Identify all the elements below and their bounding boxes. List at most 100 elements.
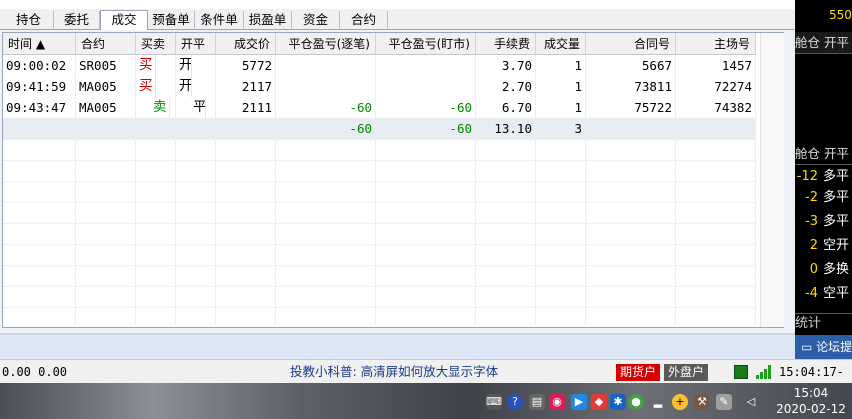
table-row[interactable]: 09:00:02 SR005 买 开 5772 3.70 1 5667 1457	[3, 55, 756, 76]
col-time[interactable]: 时间 ▲	[3, 33, 76, 55]
account-values: 0.00 0.00	[2, 365, 68, 379]
col-price[interactable]: 成交价	[216, 33, 276, 55]
total-volume: 3	[536, 118, 586, 139]
grid-line	[475, 55, 476, 325]
futures-account-button[interactable]: 期货户	[616, 364, 660, 381]
wifi-icon[interactable]: ▂	[650, 394, 666, 410]
cell-empty	[676, 118, 756, 139]
vertical-scrollbar[interactable]	[760, 33, 784, 327]
tip-link[interactable]: 投教小科普: 高清屏如何放大显示字体	[290, 360, 498, 384]
bluetooth-icon[interactable]: ✱	[610, 394, 626, 410]
cell-open-close: 平	[190, 97, 206, 118]
weibo-icon[interactable]: ◆	[591, 394, 607, 410]
cell-contract: SR005	[76, 55, 136, 76]
signal-icon	[756, 365, 772, 379]
tab-bar: 持仓 委托 成交 预备单 条件单 损盈单 资金 合约	[0, 9, 795, 30]
cell-volume: 1	[536, 76, 586, 97]
grid-line	[275, 55, 276, 325]
panel-header: 舱仓 开平	[795, 143, 852, 165]
plus-icon[interactable]: +	[672, 394, 688, 410]
help-icon[interactable]: ?	[507, 394, 523, 410]
forum-button[interactable]: ▭ 论坛提	[795, 335, 852, 359]
taskbar-clock[interactable]: 15:04 2020-02-12	[770, 385, 852, 417]
grid-line	[375, 55, 376, 325]
col-pnl-mark[interactable]: 平仓盈亏(盯市)	[376, 33, 476, 55]
cell-pnl-mark	[376, 76, 476, 97]
panel-header-top: 舱仓 开平	[795, 32, 852, 54]
tick-qty: -2	[805, 190, 818, 205]
cell-time: 09:43:47	[3, 97, 76, 118]
cell-contract: MA005	[76, 76, 136, 97]
table-row[interactable]: 09:41:59 MA005 买 开 2117 2.70 1 73811 722…	[3, 76, 756, 97]
tick-label: 多平	[823, 214, 850, 229]
tab-orders[interactable]: 委托	[54, 11, 100, 30]
tab-trades[interactable]: 成交	[100, 10, 148, 30]
tab-stop-profit-loss[interactable]: 损盈单	[244, 11, 292, 30]
clock-time: 15:04	[793, 386, 829, 400]
trading-window: 持仓 委托 成交 预备单 条件单 损盈单 资金 合约 时间 ▲ 合约 买卖 开平…	[0, 0, 852, 419]
cell-empty	[216, 118, 276, 139]
cell-price: 5772	[216, 55, 276, 76]
grid-line	[135, 55, 136, 325]
col-pnl-trade[interactable]: 平仓盈亏(逐笔)	[276, 33, 376, 55]
tick-label: 空平	[823, 286, 850, 301]
table-totals-row: -60 -60 13.10 3	[3, 118, 756, 139]
cell-volume: 1	[536, 97, 586, 118]
cell-side: 买	[136, 55, 156, 76]
col-side[interactable]: 买卖	[136, 33, 176, 55]
col-contract[interactable]: 合约	[76, 33, 136, 55]
tab-positions[interactable]: 持仓	[4, 11, 54, 30]
cell-pnl-trade	[276, 76, 376, 97]
cell-empty	[586, 118, 676, 139]
cell-empty	[136, 118, 176, 139]
empty-grid-area	[3, 139, 756, 324]
cell-price: 2117	[216, 76, 276, 97]
pen-icon[interactable]: ✎	[716, 394, 732, 410]
keyboard-icon[interactable]: ⌨	[486, 394, 502, 410]
external-account-button[interactable]: 外盘户	[664, 364, 708, 381]
wechat-icon[interactable]: ●	[628, 394, 644, 410]
total-fee: 13.10	[476, 118, 536, 139]
video-icon[interactable]: ▶	[571, 394, 587, 410]
cell-order-no: 74382	[676, 97, 756, 118]
connection-icon[interactable]	[734, 365, 748, 379]
cell-contract-no: 75722	[586, 97, 676, 118]
cell-pnl-mark: -60	[376, 97, 476, 118]
table-row[interactable]: 09:43:47 MA005 卖 平 2111 -60 -60 6.70 1 7…	[3, 97, 756, 118]
status-bar: 0.00 0.00 投教小科普: 高清屏如何放大显示字体 期货户 外盘户 15:…	[0, 359, 852, 403]
col-contract-no[interactable]: 合同号	[586, 33, 676, 55]
col-order-no[interactable]: 主场号	[676, 33, 756, 55]
os-taskbar: ⌨ ? ▤ ◉ ▶ ◆ ✱ ● ▂ + ⚒ ✎ ◁ 15:04 2020-02-…	[0, 383, 852, 419]
tab-funds[interactable]: 资金	[292, 11, 340, 30]
signal-bar	[764, 369, 767, 379]
app-icon[interactable]: ◉	[549, 394, 565, 410]
tick-label: 空开	[823, 238, 850, 253]
signal-bar	[756, 375, 759, 379]
chat-icon: ▭	[801, 340, 813, 354]
col-volume[interactable]: 成交量	[536, 33, 586, 55]
tab-contracts[interactable]: 合约	[340, 11, 388, 30]
tab-preorders[interactable]: 预备单	[148, 11, 195, 30]
tick-qty: 0	[809, 262, 818, 277]
clock-date: 2020-02-12	[776, 402, 846, 416]
clipboard-icon[interactable]: ▤	[529, 394, 545, 410]
grid-line	[175, 55, 176, 325]
tick-qty: 2	[809, 238, 818, 253]
tick-qty: -12	[796, 169, 818, 184]
tab-conditional-orders[interactable]: 条件单	[195, 11, 244, 30]
col-open-close[interactable]: 开平	[176, 33, 216, 55]
cell-order-no: 1457	[676, 55, 756, 76]
col-fee[interactable]: 手续费	[476, 33, 536, 55]
cell-fee: 6.70	[476, 97, 536, 118]
table-header: 时间 ▲ 合约 买卖 开平 成交价 平仓盈亏(逐笔) 平仓盈亏(盯市) 手续费 …	[3, 33, 756, 55]
tick-label: 多换	[823, 262, 850, 277]
cell-empty	[176, 118, 216, 139]
tools-icon[interactable]: ⚒	[694, 394, 710, 410]
volume-icon[interactable]: ◁	[743, 394, 759, 410]
tick-qty: -4	[805, 286, 818, 301]
cell-side: 买	[136, 76, 156, 97]
tick-label: 多平	[823, 190, 850, 205]
cell-pnl-trade: -60	[276, 97, 376, 118]
trades-panel: 时间 ▲ 合约 买卖 开平 成交价 平仓盈亏(逐笔) 平仓盈亏(盯市) 手续费 …	[0, 30, 795, 333]
tick-qty: -3	[805, 214, 818, 229]
